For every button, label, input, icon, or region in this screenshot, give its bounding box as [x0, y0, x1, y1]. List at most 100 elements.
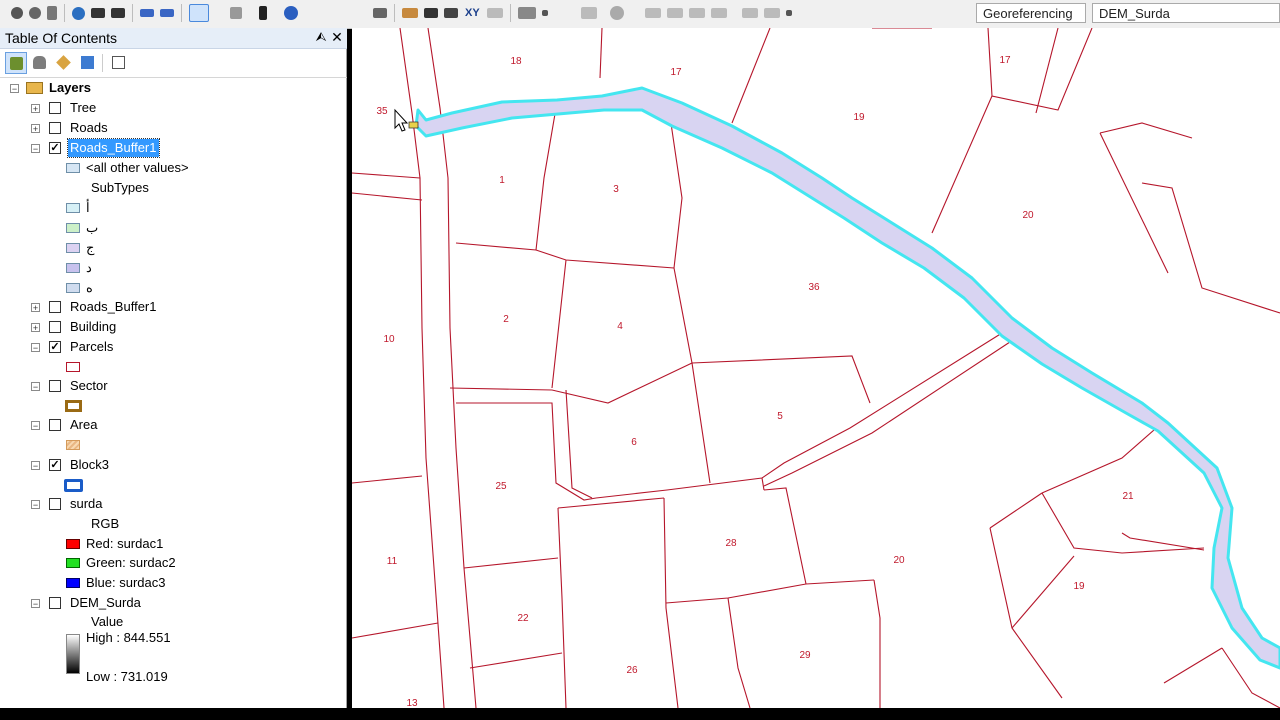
layer-row-roads-buffer[interactable]: + Roads_Buffer1 [0, 297, 346, 317]
layer-row-block3[interactable]: − ✓ Block3 [0, 455, 346, 475]
identify-icon[interactable] [284, 6, 298, 20]
collapse-icon[interactable]: − [31, 461, 40, 471]
swipe-icon[interactable] [688, 8, 705, 18]
close-icon[interactable]: ✕ [330, 29, 344, 45]
forward-extent-icon[interactable] [160, 9, 174, 17]
select-elements-icon[interactable] [259, 6, 267, 20]
dropdown-arrow-icon[interactable] [785, 10, 792, 16]
layer-select-dropdown[interactable]: DEM_Surda [1092, 3, 1280, 23]
layer-visibility-checkbox[interactable]: ✓ [49, 341, 61, 353]
layer-visibility-checkbox[interactable] [49, 102, 61, 114]
go-to-xy-button[interactable]: XY [465, 7, 480, 19]
layer-name: Roads_Buffer1 [70, 299, 157, 314]
clear-selection-icon[interactable] [230, 7, 242, 19]
legend-row-subtype-d[interactable]: د [0, 258, 346, 278]
layout-icon[interactable] [580, 7, 597, 19]
layer-visibility-checkbox[interactable] [49, 301, 61, 313]
collapse-icon[interactable]: − [31, 144, 40, 154]
layer-visibility-checkbox[interactable] [49, 498, 61, 510]
list-by-visibility-button[interactable] [53, 52, 75, 74]
root-layers-row[interactable]: − Layers [0, 78, 346, 98]
layer-row-roads-buffer-selected[interactable]: − ✓ Roads_Buffer1 [0, 138, 346, 158]
layer-visibility-checkbox[interactable]: ✓ [49, 142, 61, 154]
layer-visibility-checkbox[interactable] [49, 597, 61, 609]
layer-visibility-checkbox[interactable] [49, 321, 61, 333]
list-by-source-button[interactable] [29, 52, 51, 74]
legend-label: ب [86, 220, 99, 235]
georeferencing-menu[interactable]: Georeferencing [976, 3, 1086, 23]
legend-row-sector[interactable] [0, 396, 346, 416]
layer-name: Tree [70, 100, 97, 115]
legend-header: RGB [91, 516, 120, 531]
collapse-icon[interactable]: − [31, 500, 40, 510]
zoom-in-icon[interactable] [11, 7, 23, 19]
layer-visibility-checkbox[interactable] [49, 419, 61, 431]
select-features-icon[interactable] [189, 4, 209, 22]
legend-row-area[interactable] [0, 435, 346, 455]
full-extent-icon[interactable] [72, 6, 85, 20]
zoom-out-icon[interactable] [29, 7, 41, 19]
list-by-selection-button[interactable] [77, 52, 99, 74]
time-slider-icon[interactable] [486, 8, 503, 18]
dropdown-arrow-icon[interactable] [541, 10, 548, 16]
layer-row-roads[interactable]: + Roads [0, 118, 346, 138]
options-button[interactable] [108, 52, 130, 74]
collapse-icon[interactable]: − [31, 382, 40, 392]
collapse-icon[interactable]: − [31, 599, 40, 609]
comment-icon[interactable] [373, 8, 387, 18]
viewer-window-icon[interactable] [666, 8, 683, 18]
expand-icon[interactable]: + [31, 104, 40, 114]
collapse-icon[interactable]: − [31, 421, 40, 431]
legend-row-all-other-values[interactable]: <all other values> [0, 158, 346, 178]
legend-row-block3[interactable] [0, 475, 346, 495]
map-view[interactable]: 18 17 17 35 19 1 3 20 36 10 2 4 5 6 25 2… [352, 28, 1280, 708]
list-by-drawing-order-button[interactable] [5, 52, 27, 74]
layer-row-surda[interactable]: − surda [0, 494, 346, 514]
layer-visibility-checkbox[interactable] [49, 122, 61, 134]
legend-row-red[interactable]: Red: surdac1 [0, 534, 346, 554]
flicker-icon[interactable] [710, 8, 727, 18]
layer-row-parcels[interactable]: − ✓ Parcels [0, 337, 346, 357]
legend-row-subtype-e[interactable]: ه [0, 278, 346, 298]
legend-row-blue[interactable]: Blue: surdac3 [0, 573, 346, 593]
legend-row-subtype-a[interactable]: أ [0, 198, 346, 218]
map-canvas[interactable]: 18 17 17 35 19 1 3 20 36 10 2 4 5 6 25 2… [352, 28, 1280, 708]
layer-row-tree[interactable]: + Tree [0, 98, 346, 118]
legend-swatch [66, 243, 80, 253]
expand-icon[interactable]: + [31, 323, 40, 333]
measure-icon[interactable] [402, 8, 418, 18]
layer-row-dem-surda[interactable]: − DEM_Surda [0, 593, 346, 613]
layers-visibility-icon [56, 55, 71, 70]
binoculars-icon[interactable] [444, 8, 458, 18]
legend-row-subtype-b[interactable]: ب [0, 218, 346, 238]
layer-row-sector[interactable]: − Sector [0, 376, 346, 396]
collapse-icon[interactable]: − [10, 84, 19, 94]
selection-layers-icon [81, 56, 94, 69]
layer-row-area[interactable]: − Area [0, 415, 346, 435]
layer-name[interactable]: Roads_Buffer1 [67, 138, 160, 158]
collapse-icon[interactable]: − [31, 343, 40, 353]
legend-row-green[interactable]: Green: surdac2 [0, 553, 346, 573]
fixed-zoom-out-icon[interactable] [111, 8, 125, 18]
expand-icon[interactable]: + [31, 303, 40, 313]
pan-icon[interactable] [47, 6, 57, 20]
legend-row-parcels[interactable] [0, 357, 346, 377]
pin-icon[interactable]: ⮙ [314, 29, 328, 45]
magnifier-window-icon[interactable] [644, 8, 661, 18]
layer-row-building[interactable]: + Building [0, 317, 346, 337]
hyperlink-icon[interactable] [517, 7, 536, 19]
layer-tree: − Layers + Tree + Roads − ✓ Roads_Buffer… [0, 78, 346, 708]
link-table-icon[interactable] [763, 8, 780, 18]
legend-row-subtype-c[interactable]: ج [0, 238, 346, 258]
overview-icon[interactable] [609, 6, 624, 20]
legend-swatch [66, 163, 80, 173]
layer-visibility-checkbox[interactable]: ✓ [49, 459, 61, 471]
fixed-zoom-in-icon[interactable] [91, 8, 105, 18]
find-icon[interactable] [424, 8, 438, 18]
expand-icon[interactable]: + [31, 124, 40, 134]
layer-name: Parcels [70, 339, 114, 354]
layer-visibility-checkbox[interactable] [49, 380, 61, 392]
table-icon[interactable] [741, 8, 758, 18]
parcel-label: 25 [495, 481, 507, 492]
back-extent-icon[interactable] [140, 9, 154, 17]
